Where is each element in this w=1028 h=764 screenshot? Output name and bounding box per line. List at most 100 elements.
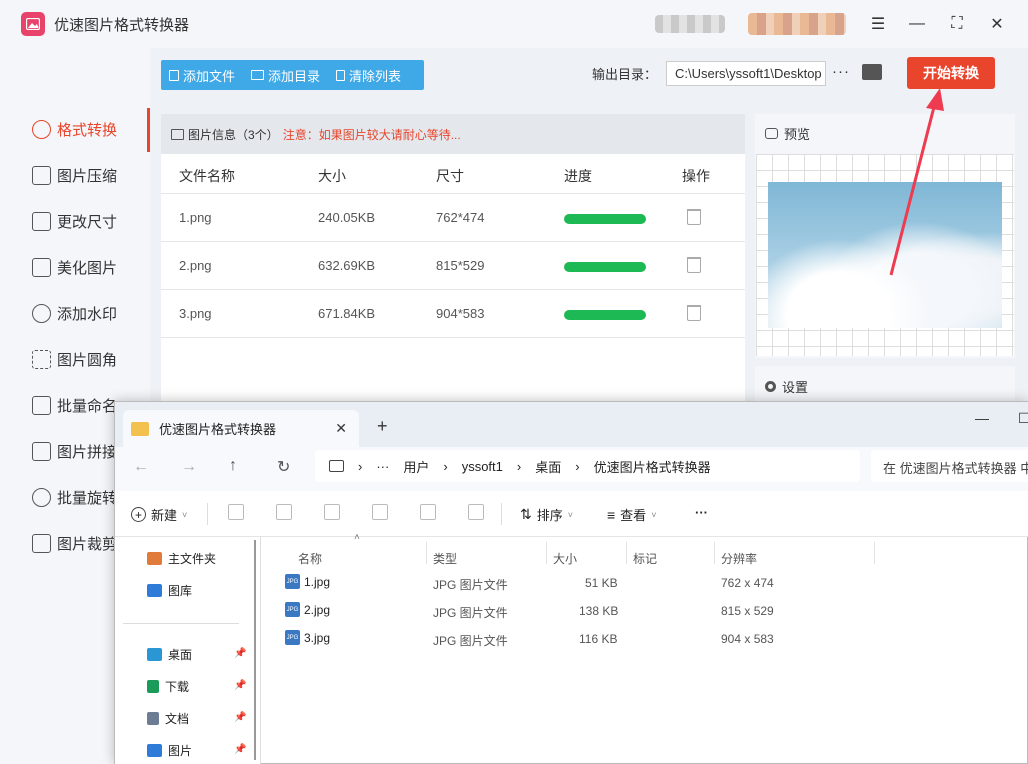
file-list-header: 图片信息（3个） 注意：如果图片较大请耐心等待... [161,114,745,154]
file-size: 138 KB [579,604,619,618]
new-tab-button[interactable]: + [377,416,388,437]
sidebar-item-beautify[interactable]: 美化图片 [32,255,117,279]
cut-icon[interactable] [228,504,244,520]
list-item[interactable]: JPG 2.jpg [285,602,330,617]
col-size[interactable]: 大小 [553,550,577,567]
sidebar-item-batch-rename[interactable]: 批量命名 [32,393,117,417]
tab-close-icon[interactable]: ✕ [335,420,347,437]
folder-icon [131,421,149,436]
sidebar-item-compress[interactable]: 图片压缩 [32,163,117,187]
sidebar-item-resize[interactable]: 更改尺寸 [32,209,117,233]
col-name[interactable]: 名称 [298,550,322,567]
add-file-button[interactable]: 添加文件 [161,66,243,85]
blurred-user-info [655,15,725,33]
col-actions: 操作 [682,168,710,184]
crop-icon [32,533,51,553]
nav-item-desktop[interactable]: 桌面 [147,646,192,663]
copy-icon[interactable] [276,504,292,520]
nav-item-gallery[interactable]: 图库 [147,582,192,599]
delete-icon[interactable] [687,257,701,273]
col-tags[interactable]: 标记 [633,550,657,567]
file-type: JPG 图片文件 [433,634,508,648]
explorer-nav-pane: 主文件夹 图库 桌面 📌 下载 📌 文档 📌 图片 📌 [115,537,261,764]
more-button[interactable]: ··· [695,505,708,520]
pin-icon[interactable]: 📌 [234,648,246,659]
file-explorer-window: 优速图片格式转换器 ✕ + — ☐ ← → ↑ ↻ › ··· 用户 › yss… [114,401,1028,764]
up-arrow-icon[interactable]: ↑ [229,457,237,475]
rename-icon [32,395,51,415]
stitch-icon [32,441,51,461]
minimize-button[interactable]: — [905,12,929,36]
clear-list-button[interactable]: 清除列表 [328,66,409,85]
search-input[interactable]: 在 优速图片格式转换器 中搜索 [871,450,1028,482]
nav-item-documents[interactable]: 文档 [147,710,189,727]
compress-icon [32,165,51,185]
explorer-minimize-button[interactable]: — [975,410,989,426]
pin-icon[interactable]: 📌 [234,680,246,691]
add-directory-button[interactable]: 添加目录 [243,66,328,85]
sidebar-item-crop[interactable]: 图片裁剪 [32,531,117,555]
resize-icon [32,211,51,231]
pin-icon[interactable]: 📌 [234,744,246,755]
paste-icon[interactable] [324,504,340,520]
rotate-icon [32,487,51,507]
output-path-field[interactable]: C:\Users\yssoft1\Desktop [666,61,826,86]
sidebar-item-round-corner[interactable]: 图片圆角 [32,347,117,371]
breadcrumb-folder[interactable]: 优速图片格式转换器 [594,457,711,476]
chevron-down-icon: ˅ [182,509,188,520]
col-type[interactable]: 类型 [433,550,457,567]
settings-panel[interactable]: 设置 [755,366,1015,406]
list-item[interactable]: JPG 3.jpg [285,630,330,645]
sidebar-item-watermark[interactable]: 添加水印 [32,301,117,325]
preview-panel: 预览 [755,114,1015,358]
col-resolution[interactable]: 分辨率 [721,550,757,567]
warning-text: 注意：如果图片较大请耐心等待... [282,127,461,142]
explorer-tab[interactable]: 优速图片格式转换器 ✕ [123,410,359,447]
blurred-account-badge[interactable] [748,13,846,35]
sidebar-item-format-convert[interactable]: 格式转换 [32,117,117,141]
sidebar-item-rotate[interactable]: 批量旋转 [32,485,117,509]
refresh-icon[interactable]: ↻ [277,457,290,477]
preview-header: 预览 [755,114,1015,152]
breadcrumb-users[interactable]: 用户 [403,457,429,476]
nav-item-pictures[interactable]: 图片 [147,742,192,759]
breadcrumb-desktop[interactable]: 桌面 [535,457,561,476]
pin-icon[interactable]: 📌 [234,712,246,723]
document-icon [147,712,159,725]
folder-icon [251,70,265,80]
divider [161,337,745,338]
gear-icon [765,380,776,392]
list-item[interactable]: JPG 1.jpg [285,574,330,589]
menu-icon[interactable]: ☰ [866,12,890,36]
progress-bar [564,262,646,272]
file-resolution: 815 x 529 [721,604,774,618]
rename-icon[interactable] [372,504,388,520]
back-arrow-icon[interactable]: ← [133,458,149,476]
sidebar-item-stitch[interactable]: 图片拼接 [32,439,117,463]
start-convert-button[interactable]: 开始转换 [907,57,995,89]
breadcrumb-more[interactable]: ··· [376,459,389,474]
open-folder-icon[interactable] [862,64,882,80]
nav-item-downloads[interactable]: 下载 [147,678,189,695]
forward-arrow-icon[interactable]: → [181,458,197,476]
delete-icon[interactable] [468,504,484,520]
file-dims: 762*474 [436,210,485,225]
address-bar[interactable]: › ··· 用户 › yssoft1 › 桌面 › 优速图片格式转换器 [315,450,860,482]
delete-icon[interactable] [687,209,701,225]
share-icon[interactable] [420,504,436,520]
beautify-icon [32,257,51,277]
close-button[interactable]: ✕ [985,12,1009,36]
breadcrumb-user[interactable]: yssoft1 [462,459,503,474]
nav-scrollbar[interactable] [254,540,256,760]
delete-icon[interactable] [687,305,701,321]
col-dimensions: 尺寸 [436,168,464,184]
more-options-icon[interactable]: ··· [832,63,850,80]
nav-item-home[interactable]: 主文件夹 [147,550,216,567]
view-button[interactable]: ≡ 查看 ˅ [607,505,656,524]
file-type: JPG 图片文件 [433,606,508,620]
explorer-maximize-button[interactable]: ☐ [1018,410,1028,427]
new-button[interactable]: + 新建 ˅ [131,505,187,524]
file-list-panel: 图片信息（3个） 注意：如果图片较大请耐心等待... 文件名称 大小 尺寸 进度… [161,114,745,404]
sort-button[interactable]: ⇅ 排序 ˅ [520,505,573,524]
maximize-button[interactable]: ⛶ [945,12,969,36]
